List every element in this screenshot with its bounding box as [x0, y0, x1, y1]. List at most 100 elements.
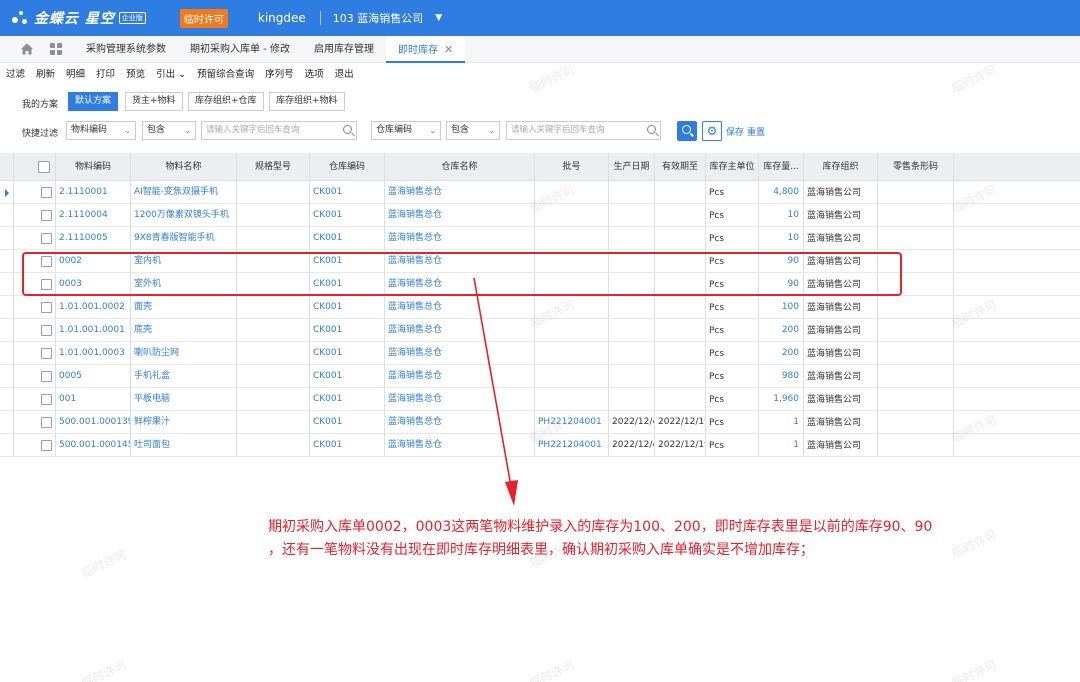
col-header[interactable]: 规格型号	[237, 153, 310, 180]
cell-material-name[interactable]: 手机礼盒	[131, 365, 237, 387]
cell-expiry-date[interactable]: 2022/12/19	[655, 411, 706, 433]
row-checkbox[interactable]	[41, 302, 52, 313]
cell-warehouse-code[interactable]: CK001	[310, 342, 385, 364]
cell-expiry-date[interactable]	[655, 365, 706, 387]
cell-material-code[interactable]: 001	[56, 388, 131, 410]
cell-spec[interactable]	[237, 342, 310, 364]
cell-quantity[interactable]: 200	[759, 319, 804, 341]
close-icon[interactable]: ✕	[444, 43, 453, 56]
cell-barcode[interactable]	[878, 296, 954, 318]
cell-material-code[interactable]: 500.001.000139	[56, 411, 131, 433]
cell-expiry-date[interactable]	[655, 388, 706, 410]
cell-production-date[interactable]	[609, 181, 655, 203]
table-row[interactable]: 500.001.000139 鲜榨果汁 CK001 蓝海销售总仓 PH221204001…	[0, 411, 1080, 434]
col-header[interactable]: 库存组织	[804, 153, 878, 180]
cell-barcode[interactable]	[878, 227, 954, 249]
scheme-owner-material-button[interactable]: 货主+物料	[125, 92, 183, 111]
cell-inventory-org[interactable]: 蓝海销售公司	[804, 181, 878, 203]
scheme-org-material-button[interactable]: 库存组织+物料	[269, 92, 345, 111]
search-icon[interactable]	[343, 125, 352, 134]
cell-warehouse-code[interactable]: CK001	[310, 296, 385, 318]
cell-unit[interactable]: Pcs	[706, 296, 759, 318]
save-link[interactable]: 保存	[726, 125, 744, 138]
cell-quantity[interactable]: 10	[759, 227, 804, 249]
cell-production-date[interactable]: 2022/12/4	[609, 411, 655, 433]
cell-quantity[interactable]: 1	[759, 411, 804, 433]
cell-batch[interactable]	[535, 204, 609, 226]
cell-warehouse-code[interactable]: CK001	[310, 227, 385, 249]
cell-batch[interactable]	[535, 227, 609, 249]
cell-expiry-date[interactable]	[655, 342, 706, 364]
cell-warehouse-code[interactable]: CK001	[310, 411, 385, 433]
col-header[interactable]: 库存主单位	[706, 153, 759, 180]
table-row[interactable]: 2.1110001 AI智能-变焦双摄手机 CK001 蓝海销售总仓 Pcs 4,800 蓝…	[0, 181, 1080, 204]
cell-expiry-date[interactable]	[655, 296, 706, 318]
cell-inventory-org[interactable]: 蓝海销售公司	[804, 434, 878, 456]
cell-unit[interactable]: Pcs	[706, 227, 759, 249]
table-row[interactable]: 001 平板电脑 CK001 蓝海销售总仓 Pcs 1,960 蓝海销售公司	[0, 388, 1080, 411]
cell-warehouse-name[interactable]: 蓝海销售总仓	[385, 181, 535, 203]
search-button[interactable]	[677, 121, 697, 141]
cell-batch[interactable]	[535, 388, 609, 410]
col-header[interactable]: 生产日期	[609, 153, 655, 180]
cell-barcode[interactable]	[878, 181, 954, 203]
search-icon[interactable]	[647, 125, 656, 134]
tab-enable-inventory[interactable]: 启用库存管理	[302, 36, 386, 63]
row-checkbox[interactable]	[41, 233, 52, 244]
cell-material-name[interactable]: 面壳	[131, 296, 237, 318]
cell-material-name[interactable]: 底壳	[131, 319, 237, 341]
table-row[interactable]: 0005 手机礼盒 CK001 蓝海销售总仓 Pcs 980 蓝海销售公司	[0, 365, 1080, 388]
row-checkbox[interactable]	[41, 371, 52, 382]
cell-unit[interactable]: Pcs	[706, 342, 759, 364]
filter-keyword-input-2[interactable]: 请输入关键字后回车查询	[506, 121, 661, 140]
cell-spec[interactable]	[237, 411, 310, 433]
cell-batch[interactable]	[535, 319, 609, 341]
cell-material-code[interactable]: 1.01.001.0001	[56, 319, 131, 341]
cell-barcode[interactable]	[878, 365, 954, 387]
col-header[interactable]: 批号	[535, 153, 609, 180]
cell-batch[interactable]	[535, 342, 609, 364]
row-checkbox[interactable]	[41, 325, 52, 336]
cell-warehouse-code[interactable]: CK001	[310, 434, 385, 456]
cell-spec[interactable]	[237, 181, 310, 203]
cell-unit[interactable]: Pcs	[706, 319, 759, 341]
tab-realtime-inventory[interactable]: 即时库存 ✕	[385, 35, 466, 63]
table-row[interactable]: 1.01.001.0003 喇叭防尘网 CK001 蓝海销售总仓 Pcs 200 蓝海销售公…	[0, 342, 1080, 365]
cell-expiry-date[interactable]: 2022/12/19	[655, 434, 706, 456]
cell-batch[interactable]	[535, 365, 609, 387]
cell-material-code[interactable]: 1.01.001.0002	[56, 296, 131, 318]
row-checkbox[interactable]	[41, 210, 52, 221]
cell-spec[interactable]	[237, 365, 310, 387]
cell-barcode[interactable]	[878, 411, 954, 433]
table-row[interactable]: 500.001.000145 吐司面包 CK001 蓝海销售总仓 PH221204001…	[0, 434, 1080, 457]
row-checkbox[interactable]	[41, 417, 52, 428]
cell-spec[interactable]	[237, 227, 310, 249]
filter-field-select-2[interactable]: 仓库编码 ⌄	[371, 121, 441, 140]
table-row[interactable]: 2.1110005 9X8青春版智能手机 CK001 蓝海销售总仓 Pcs 10 蓝海销售公…	[0, 227, 1080, 250]
org-selector[interactable]: 103 蓝海销售公司	[333, 10, 424, 26]
cell-material-name[interactable]: 鲜榨果汁	[131, 411, 237, 433]
cell-warehouse-name[interactable]: 蓝海销售总仓	[385, 227, 535, 249]
cell-spec[interactable]	[237, 434, 310, 456]
toolbar-serial-number[interactable]: 序列号	[265, 66, 294, 80]
cell-material-name[interactable]: 1200万像素双镜头手机	[131, 204, 237, 226]
cell-quantity[interactable]: 200	[759, 342, 804, 364]
cell-material-code[interactable]: 0005	[56, 365, 131, 387]
cell-unit[interactable]: Pcs	[706, 411, 759, 433]
cell-batch[interactable]	[535, 181, 609, 203]
cell-material-code[interactable]: 1.01.001.0003	[56, 342, 131, 364]
cell-material-code[interactable]: 2.1110005	[56, 227, 131, 249]
reset-link[interactable]: 重置	[747, 125, 765, 138]
cell-production-date[interactable]	[609, 204, 655, 226]
cell-material-name[interactable]: 吐司面包	[131, 434, 237, 456]
toolbar-export[interactable]: 引出 ⌄	[156, 66, 186, 80]
cell-spec[interactable]	[237, 319, 310, 341]
scheme-org-warehouse-button[interactable]: 库存组织+仓库	[188, 92, 264, 111]
cell-spec[interactable]	[237, 204, 310, 226]
col-header[interactable]: 零售条形码	[878, 153, 954, 180]
row-checkbox[interactable]	[41, 440, 52, 451]
cell-production-date[interactable]	[609, 296, 655, 318]
cell-spec[interactable]	[237, 296, 310, 318]
cell-spec[interactable]	[237, 388, 310, 410]
toolbar-refresh[interactable]: 刷新	[36, 66, 55, 80]
